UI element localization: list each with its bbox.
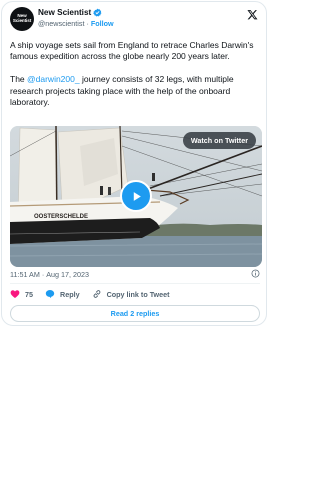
x-logo-icon[interactable] [247,9,258,20]
like-count: 75 [25,289,33,299]
tweet-time[interactable]: 11:51 AM [10,270,40,279]
account-handle[interactable]: @newscientist [38,19,84,28]
verified-badge-icon [93,8,102,17]
account-name[interactable]: New Scientist [38,8,91,17]
separator-dot: · [86,19,89,28]
reply-button[interactable]: Reply [45,289,80,299]
tweet-paragraph-1: A ship voyage sets sail from England to … [10,40,254,62]
tweet-actions: 75 Reply Copy link to Tweet [10,289,182,299]
reply-bubble-icon [45,290,55,299]
video-thumbnail[interactable]: OOSTERSCHELDE Watch on Twitter [10,126,262,267]
tweet-timestamp[interactable]: 11:51 AM · Aug 17, 2023 [10,269,262,279]
play-button[interactable] [120,180,152,212]
copy-link-label: Copy link to Tweet [106,289,170,299]
link-icon [93,290,100,298]
like-button[interactable]: 75 [10,289,33,299]
handle-row: @newscientist · Follow [38,19,114,28]
copy-link-button[interactable]: Copy link to Tweet [92,289,170,299]
tweet-card: New Scientist New Scientist @newscientis… [1,1,267,326]
play-icon [133,191,141,201]
account-name-row: New Scientist [38,8,102,17]
info-icon[interactable] [251,269,260,278]
divider [10,283,260,284]
read-replies-button[interactable]: Read 2 replies [10,305,260,322]
watch-on-twitter-button[interactable]: Watch on Twitter [182,132,256,149]
ship-name-text: OOSTERSCHELDE [34,214,88,220]
tweet-paragraph-2: The @darwin200_ journey consists of 32 l… [10,74,262,108]
heart-icon [10,290,20,298]
avatar[interactable]: New Scientist [10,7,34,31]
reply-label: Reply [60,289,80,299]
separator-dot: · [41,270,45,279]
tweet-date[interactable]: Aug 17, 2023 [46,270,89,279]
text-segment: The [10,74,28,85]
tweet-text: A ship voyage sets sail from England to … [10,40,262,120]
follow-link[interactable]: Follow [91,19,114,28]
mention-link[interactable]: @darwin200_ [27,74,80,84]
